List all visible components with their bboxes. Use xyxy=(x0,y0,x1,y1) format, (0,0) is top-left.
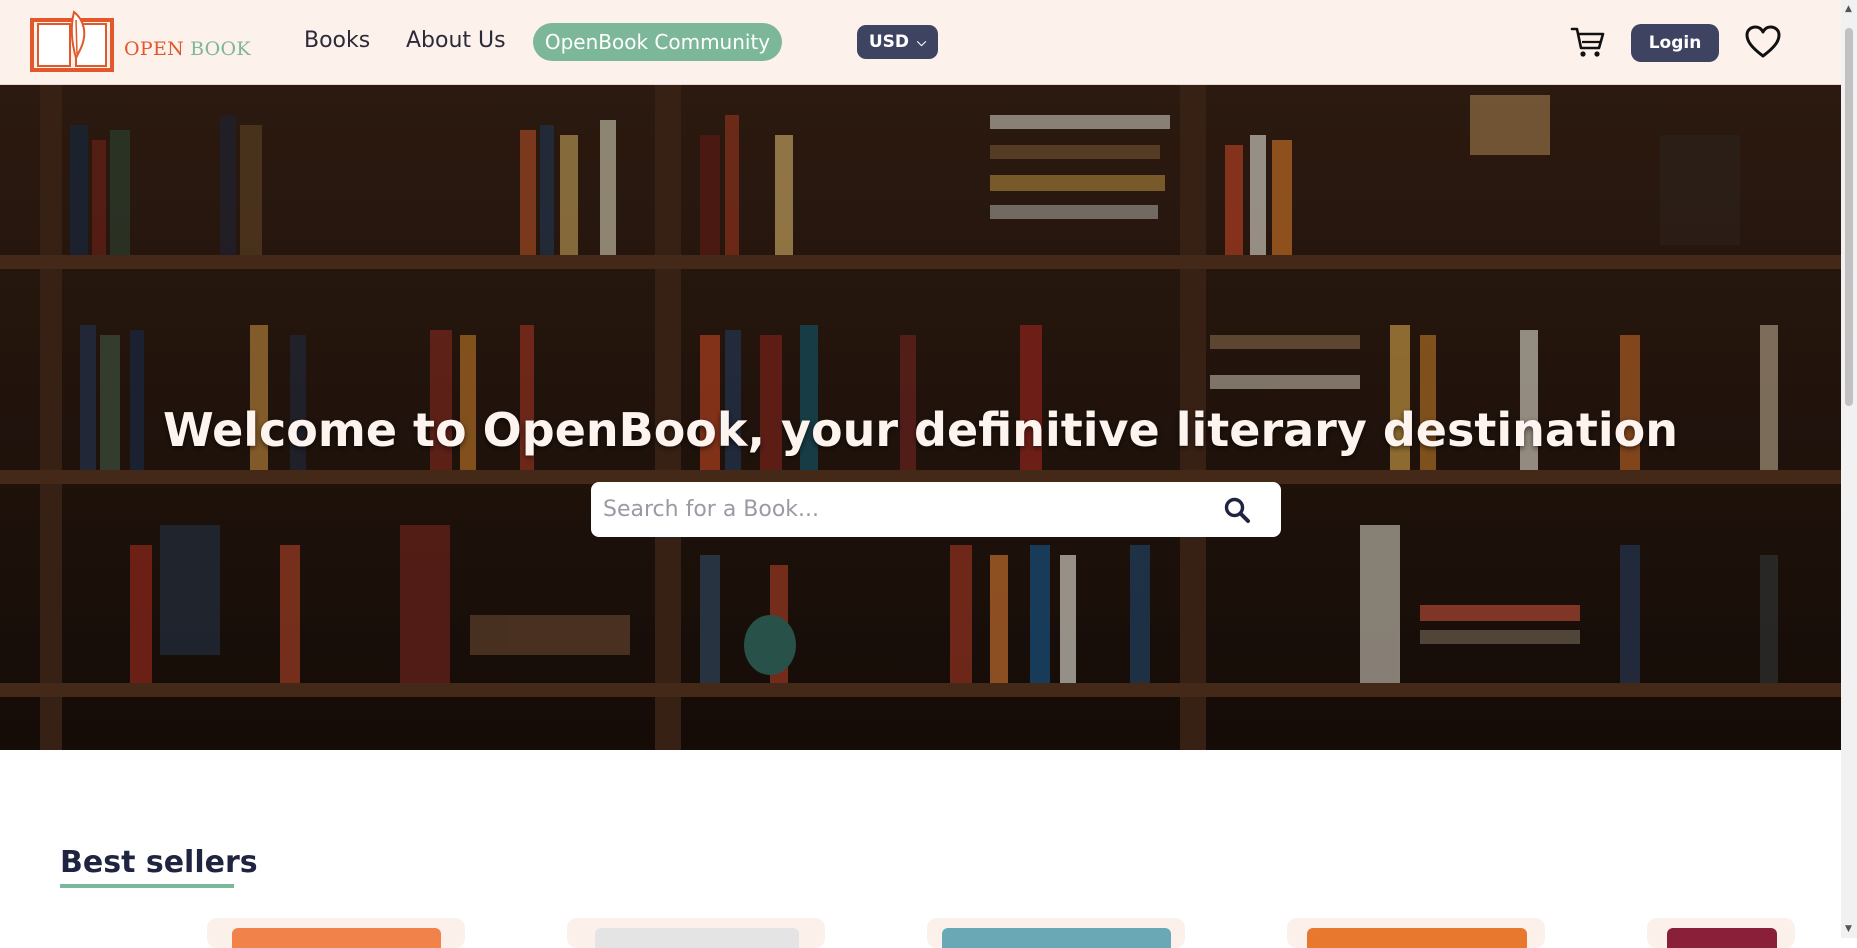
search-icon[interactable] xyxy=(1223,496,1251,524)
scroll-up-arrow-icon[interactable]: ▲ xyxy=(1845,4,1852,14)
hero-title-prefix: Welcome to xyxy=(162,403,483,457)
login-button[interactable]: Login xyxy=(1631,24,1719,62)
book-logo-icon xyxy=(30,10,114,72)
scroll-down-arrow-icon[interactable]: ▼ xyxy=(1845,924,1852,934)
hero-banner: Welcome to OpenBook, your definitive lit… xyxy=(0,85,1841,750)
book-card[interactable] xyxy=(927,918,1185,948)
book-cover-image xyxy=(1667,928,1777,948)
hero-headline: Welcome to OpenBook, your definitive lit… xyxy=(0,403,1841,457)
book-cover-image xyxy=(1307,928,1527,948)
best-sellers-title: Best sellers xyxy=(60,845,258,880)
openbook-logo[interactable]: OPEN BOOK xyxy=(30,10,251,74)
book-card[interactable] xyxy=(1287,918,1545,948)
heart-icon[interactable] xyxy=(1745,25,1781,59)
cart-icon[interactable] xyxy=(1570,24,1606,60)
currency-select[interactable]: USD ⌵ xyxy=(857,25,938,59)
book-search-bar xyxy=(591,482,1281,537)
scrollbar-thumb[interactable] xyxy=(1845,28,1853,406)
book-cover-image xyxy=(232,928,441,948)
community-button[interactable]: OpenBook Community xyxy=(533,23,782,61)
nav-about-link[interactable]: About Us xyxy=(406,28,506,53)
top-navbar: OPEN BOOK Books About Us OpenBook Communi… xyxy=(0,0,1841,85)
currency-value: USD xyxy=(868,32,910,52)
book-card[interactable] xyxy=(207,918,465,948)
book-card[interactable] xyxy=(567,918,825,948)
search-input[interactable] xyxy=(601,496,1205,523)
logo-text-open: OPEN xyxy=(124,38,185,60)
hero-title-suffix: , your definitive literary destination xyxy=(747,403,1679,457)
chevron-down-icon: ⌵ xyxy=(917,34,927,49)
best-sellers-underline xyxy=(60,884,234,888)
book-cover-image xyxy=(595,928,799,948)
nav-books-link[interactable]: Books xyxy=(304,28,370,53)
hero-title-brand: OpenBook xyxy=(482,403,748,457)
book-card[interactable] xyxy=(1647,918,1795,948)
logo-text-book: BOOK xyxy=(190,38,251,60)
book-cover-image xyxy=(942,928,1171,948)
